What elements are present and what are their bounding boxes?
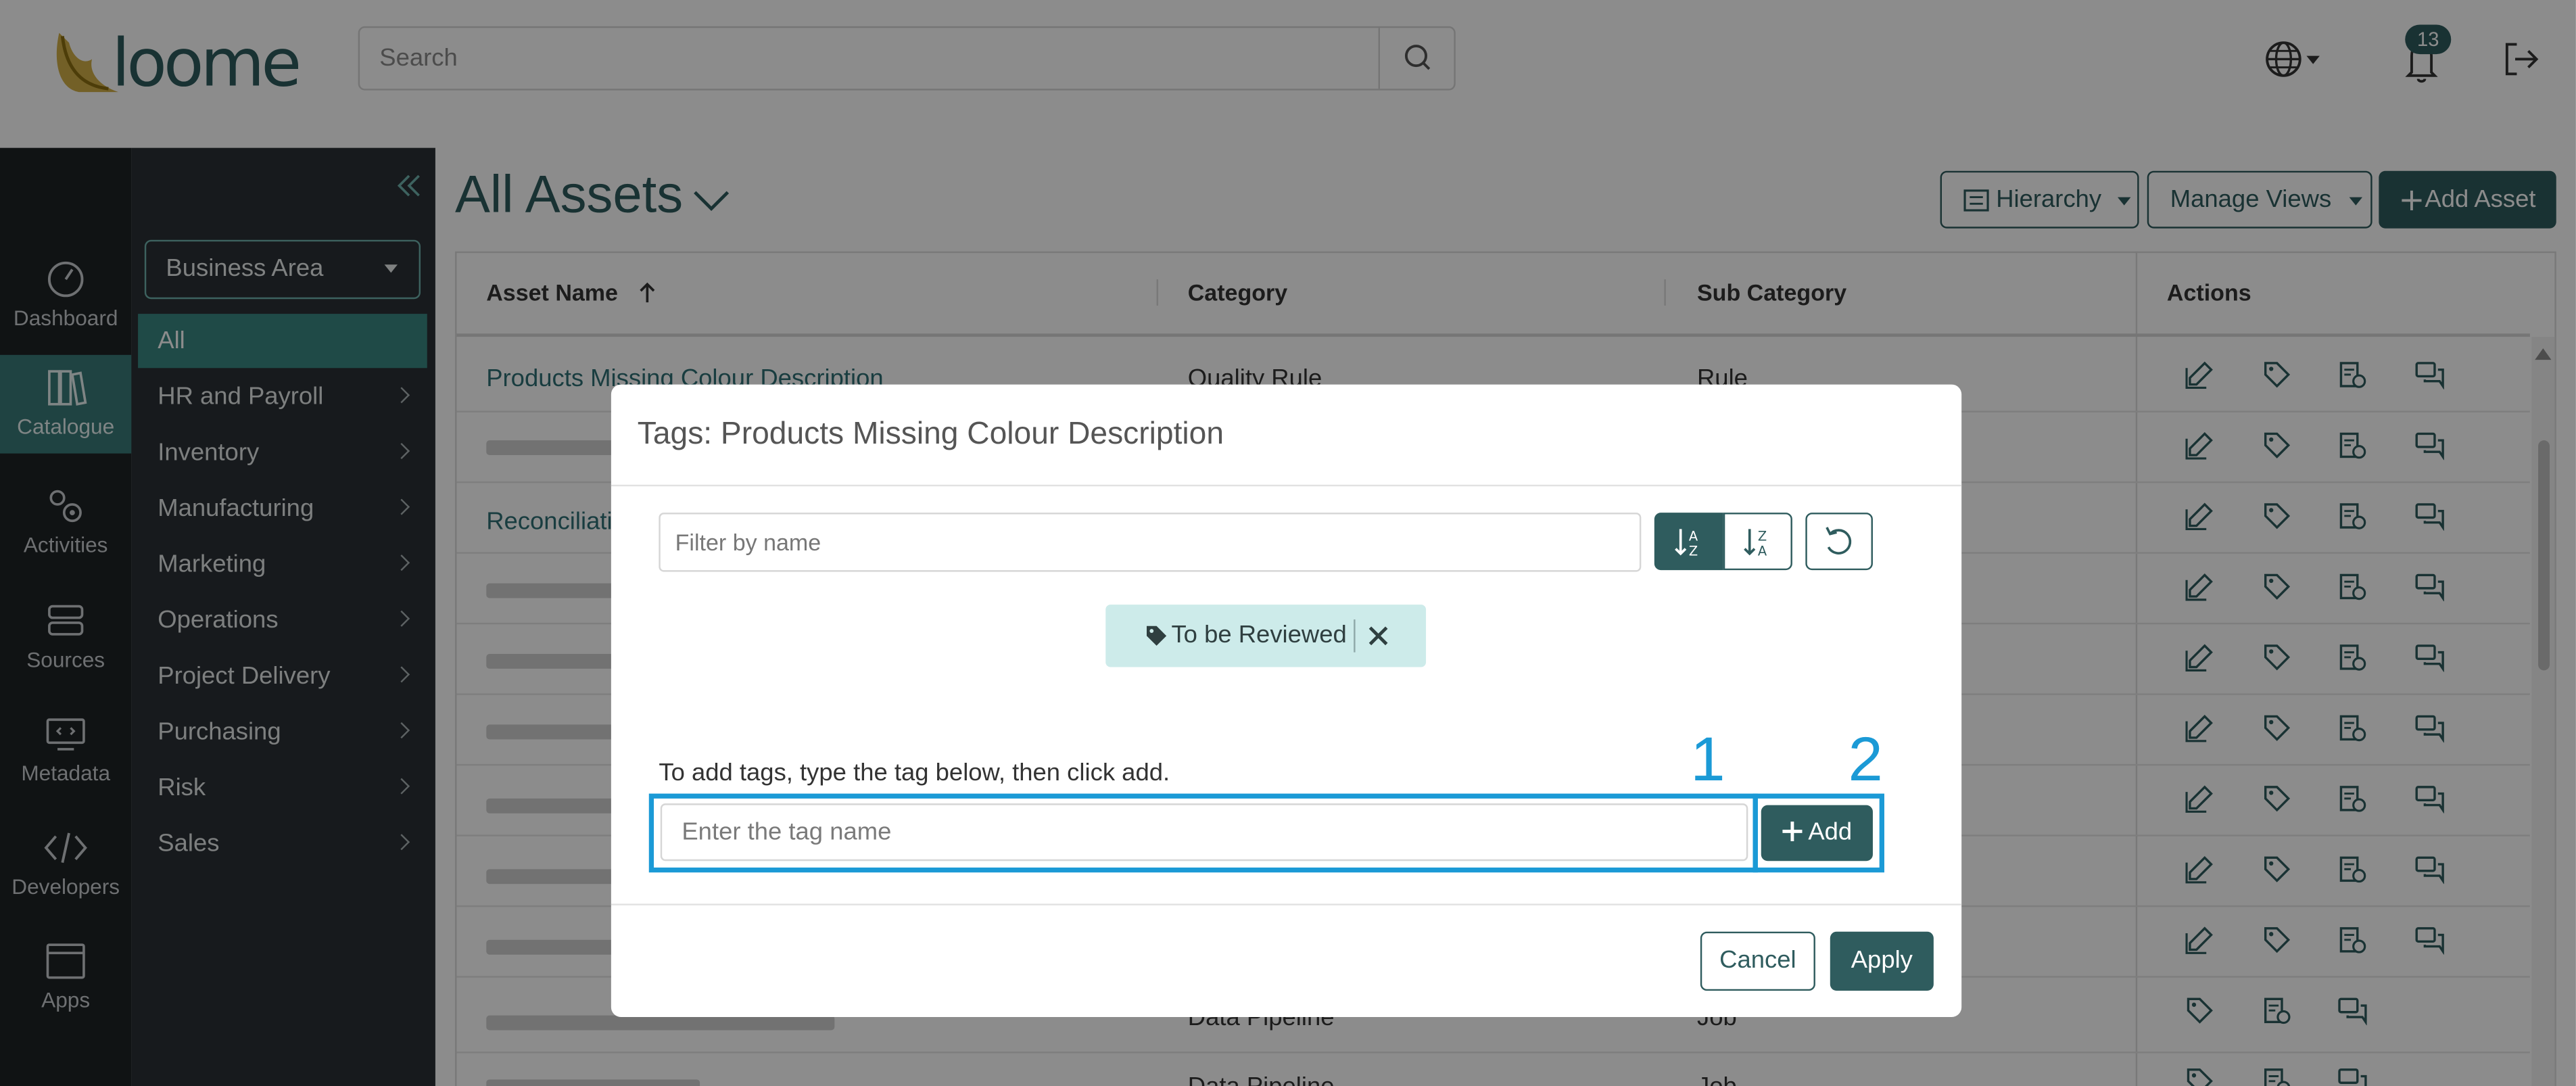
- sort-z-a-icon: Z A: [1744, 528, 1767, 559]
- tag-name-input[interactable]: [660, 803, 1748, 861]
- dialog-footer-divider: [611, 903, 1962, 905]
- tags-dialog: Tags: Products Missing Colour Descriptio…: [611, 384, 1962, 1018]
- annotation-label-1: 1: [1690, 726, 1725, 796]
- tag-filter-input[interactable]: [659, 513, 1642, 572]
- chip-divider: [1354, 619, 1356, 653]
- sort-a-z-icon: A Z: [1675, 528, 1698, 559]
- sort-z-a-button[interactable]: Z A: [1723, 513, 1792, 571]
- close-icon[interactable]: [1368, 626, 1388, 646]
- tag-chip-label: To be Reviewed: [1171, 621, 1347, 649]
- tag-icon: [1147, 625, 1167, 646]
- undo-icon: [1826, 527, 1852, 554]
- dialog-header-divider: [611, 484, 1962, 487]
- add-tag-button[interactable]: Add: [1761, 805, 1873, 861]
- svg-text:A: A: [1758, 543, 1767, 559]
- apply-button[interactable]: Apply: [1830, 931, 1934, 991]
- dialog-title: Tags: Products Missing Colour Descriptio…: [637, 417, 1224, 452]
- sort-a-z-button[interactable]: A Z: [1654, 513, 1723, 571]
- svg-text:Z: Z: [1758, 528, 1767, 544]
- svg-text:A: A: [1689, 528, 1698, 544]
- tag-chip: To be Reviewed: [1105, 605, 1427, 667]
- annotation-label-2: 2: [1848, 726, 1883, 796]
- cancel-button[interactable]: Cancel: [1700, 931, 1815, 991]
- add-tag-label: Add: [1808, 818, 1853, 847]
- reset-button[interactable]: [1805, 513, 1873, 571]
- add-tag-helper-text: To add tags, type the tag below, then cl…: [659, 759, 1170, 787]
- plus-icon: [1782, 821, 1802, 842]
- svg-text:Z: Z: [1689, 543, 1698, 559]
